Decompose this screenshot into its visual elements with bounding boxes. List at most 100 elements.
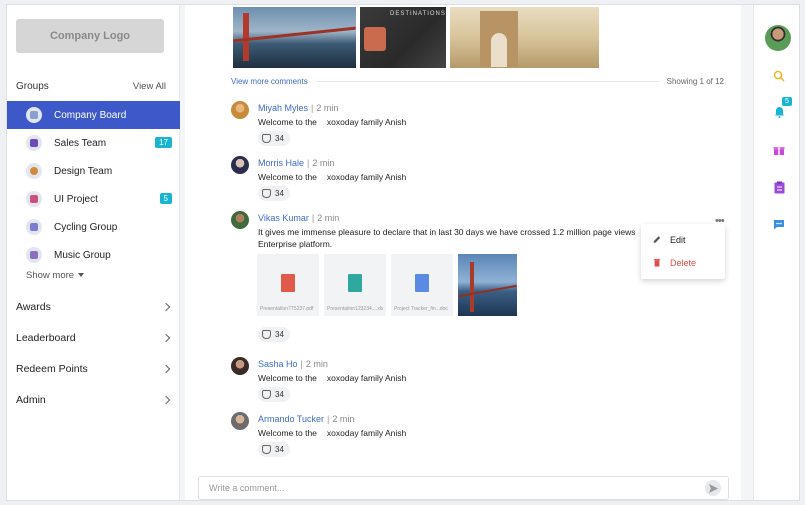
avatar[interactable] bbox=[231, 101, 249, 119]
post-image-destinations[interactable]: DESTINATIONS bbox=[360, 7, 446, 68]
comment-item: Miyah Myles | 2 min Welcome to the xoxoday … bbox=[231, 101, 711, 146]
separator: | bbox=[300, 359, 303, 369]
nav-label: Leaderboard bbox=[16, 331, 76, 344]
chat-icon bbox=[774, 219, 784, 229]
avatar[interactable] bbox=[231, 211, 249, 229]
chevron-right-icon bbox=[161, 333, 171, 342]
comment-header: Armando Tucker | 2 min bbox=[258, 414, 354, 424]
group-label: UI Project bbox=[54, 193, 98, 205]
post-image-monument[interactable] bbox=[450, 7, 599, 68]
attachment-sheet[interactable]: Presentation123234....xlsx bbox=[324, 254, 386, 316]
like-button[interactable]: 34 bbox=[258, 327, 290, 342]
comment-text-part: xoxoday family Anish bbox=[326, 172, 407, 182]
like-count: 34 bbox=[275, 390, 284, 399]
group-item-sales-team[interactable]: Sales Team 17 bbox=[7, 129, 180, 157]
edit-menu-item[interactable]: Edit bbox=[641, 228, 725, 251]
edit-label: Edit bbox=[670, 234, 686, 245]
comment-time: 2 min bbox=[316, 103, 339, 113]
comment-menu: Edit Delete bbox=[641, 224, 725, 279]
music-group-icon bbox=[26, 247, 42, 263]
comment-time: 2 min bbox=[312, 158, 335, 168]
separator: | bbox=[311, 103, 314, 113]
comment-time: 2 min bbox=[317, 213, 340, 223]
pdf-icon bbox=[281, 274, 295, 292]
attachment-image[interactable] bbox=[458, 254, 517, 316]
like-button[interactable]: 34 bbox=[258, 442, 290, 457]
view-all-link[interactable]: View All bbox=[133, 81, 166, 92]
like-button[interactable]: 34 bbox=[258, 131, 290, 146]
image-caption: DESTINATIONS bbox=[390, 11, 446, 17]
comment-item: Armando Tucker | 2 min Welcome to the xoxod… bbox=[231, 412, 711, 457]
sales-team-icon bbox=[26, 135, 42, 151]
group-item-design-team[interactable]: Design Team bbox=[7, 157, 180, 185]
groups-title: Groups bbox=[16, 81, 49, 92]
comment-author[interactable]: Armando Tucker bbox=[258, 414, 324, 424]
comment-text-part: Welcome to the bbox=[258, 373, 317, 383]
like-button[interactable]: 34 bbox=[258, 186, 290, 201]
caret-down-icon bbox=[78, 273, 85, 278]
groups-header: Groups View All bbox=[16, 81, 166, 92]
comments-count: Showing 1 of 12 bbox=[666, 77, 724, 86]
nav-item-awards[interactable]: Awards bbox=[7, 291, 180, 322]
group-label: Music Group bbox=[54, 249, 111, 261]
attachment-name: Presentation123234....xlsx bbox=[327, 306, 383, 312]
nav-item-redeem-points[interactable]: Redeem Points bbox=[7, 353, 180, 384]
comment-time: 2 min bbox=[305, 359, 328, 369]
post-image-row: DESTINATIONS bbox=[233, 7, 599, 68]
comment-header: Miyah Myles | 2 min bbox=[258, 103, 338, 113]
clap-icon bbox=[262, 189, 271, 198]
comment-item: Morris Hale | 2 min Welcome to the xoxoday … bbox=[231, 156, 711, 201]
comment-author[interactable]: Vikas Kumar bbox=[258, 213, 309, 223]
group-list: Company Board Sales Team 17 Design Team … bbox=[7, 101, 180, 269]
company-board-icon bbox=[26, 107, 42, 123]
group-count-badge: 17 bbox=[155, 137, 172, 148]
attachment-name: Presentation7T5237.pdf bbox=[260, 306, 314, 312]
comment-text-part: xoxoday family Anish bbox=[326, 373, 407, 383]
avatar[interactable] bbox=[231, 156, 249, 174]
avatar[interactable] bbox=[231, 412, 249, 430]
feed-panel: DESTINATIONS View more comments Showing … bbox=[185, 5, 741, 500]
group-item-ui-project[interactable]: UI Project 5 bbox=[7, 185, 180, 213]
clap-icon bbox=[262, 134, 271, 143]
nav-item-admin[interactable]: Admin bbox=[7, 384, 180, 415]
chat-button[interactable] bbox=[770, 215, 788, 233]
avatar[interactable] bbox=[231, 357, 249, 375]
comment-author[interactable]: Sasha Ho bbox=[258, 359, 298, 369]
comment-author[interactable]: Morris Hale bbox=[258, 158, 304, 168]
comments-bar: View more comments Showing 1 of 12 bbox=[231, 77, 724, 86]
group-label: Cycling Group bbox=[54, 221, 118, 233]
bell-icon bbox=[774, 107, 784, 118]
send-button[interactable] bbox=[705, 480, 721, 496]
nav-label: Awards bbox=[16, 300, 51, 313]
comment-text: Welcome to the xoxoday family Anish bbox=[258, 373, 406, 383]
comment-input[interactable] bbox=[209, 483, 705, 493]
group-item-cycling-group[interactable]: Cycling Group bbox=[7, 213, 180, 241]
show-more-label: Show more bbox=[26, 270, 75, 281]
group-count-badge: 5 bbox=[159, 193, 172, 204]
like-button[interactable]: 34 bbox=[258, 387, 290, 402]
comment-author[interactable]: Miyah Myles bbox=[258, 103, 308, 113]
search-button[interactable] bbox=[770, 67, 788, 85]
show-more-button[interactable]: Show more bbox=[26, 270, 85, 281]
tasks-button[interactable] bbox=[770, 178, 788, 196]
delete-menu-item[interactable]: Delete bbox=[641, 251, 725, 274]
attachment-doc[interactable]: Project Tracker_fin...doc bbox=[391, 254, 453, 316]
user-avatar[interactable] bbox=[765, 25, 791, 51]
attachment-name: Project Tracker_fin...doc bbox=[394, 306, 448, 312]
app-window: Company Logo Groups View All Company Boa… bbox=[6, 4, 800, 501]
pencil-icon bbox=[653, 236, 661, 243]
view-more-comments-link[interactable]: View more comments bbox=[231, 77, 308, 86]
comment-composer bbox=[198, 476, 729, 500]
post-image-bridge[interactable] bbox=[233, 7, 356, 68]
nav-item-leaderboard[interactable]: Leaderboard bbox=[7, 322, 180, 353]
attachment-pdf[interactable]: Presentation7T5237.pdf bbox=[257, 254, 319, 316]
rewards-button[interactable] bbox=[770, 141, 788, 159]
separator: | bbox=[311, 213, 315, 223]
comment-header: Vikas Kumar | 2 min bbox=[258, 213, 339, 223]
chevron-right-icon bbox=[161, 302, 171, 311]
group-item-company-board[interactable]: Company Board bbox=[7, 101, 180, 129]
side-nav: Awards Leaderboard Redeem Points Admin bbox=[7, 291, 180, 415]
group-item-music-group[interactable]: Music Group bbox=[7, 241, 180, 269]
clap-icon bbox=[262, 390, 271, 399]
comment-header: Sasha Ho | 2 min bbox=[258, 359, 328, 369]
